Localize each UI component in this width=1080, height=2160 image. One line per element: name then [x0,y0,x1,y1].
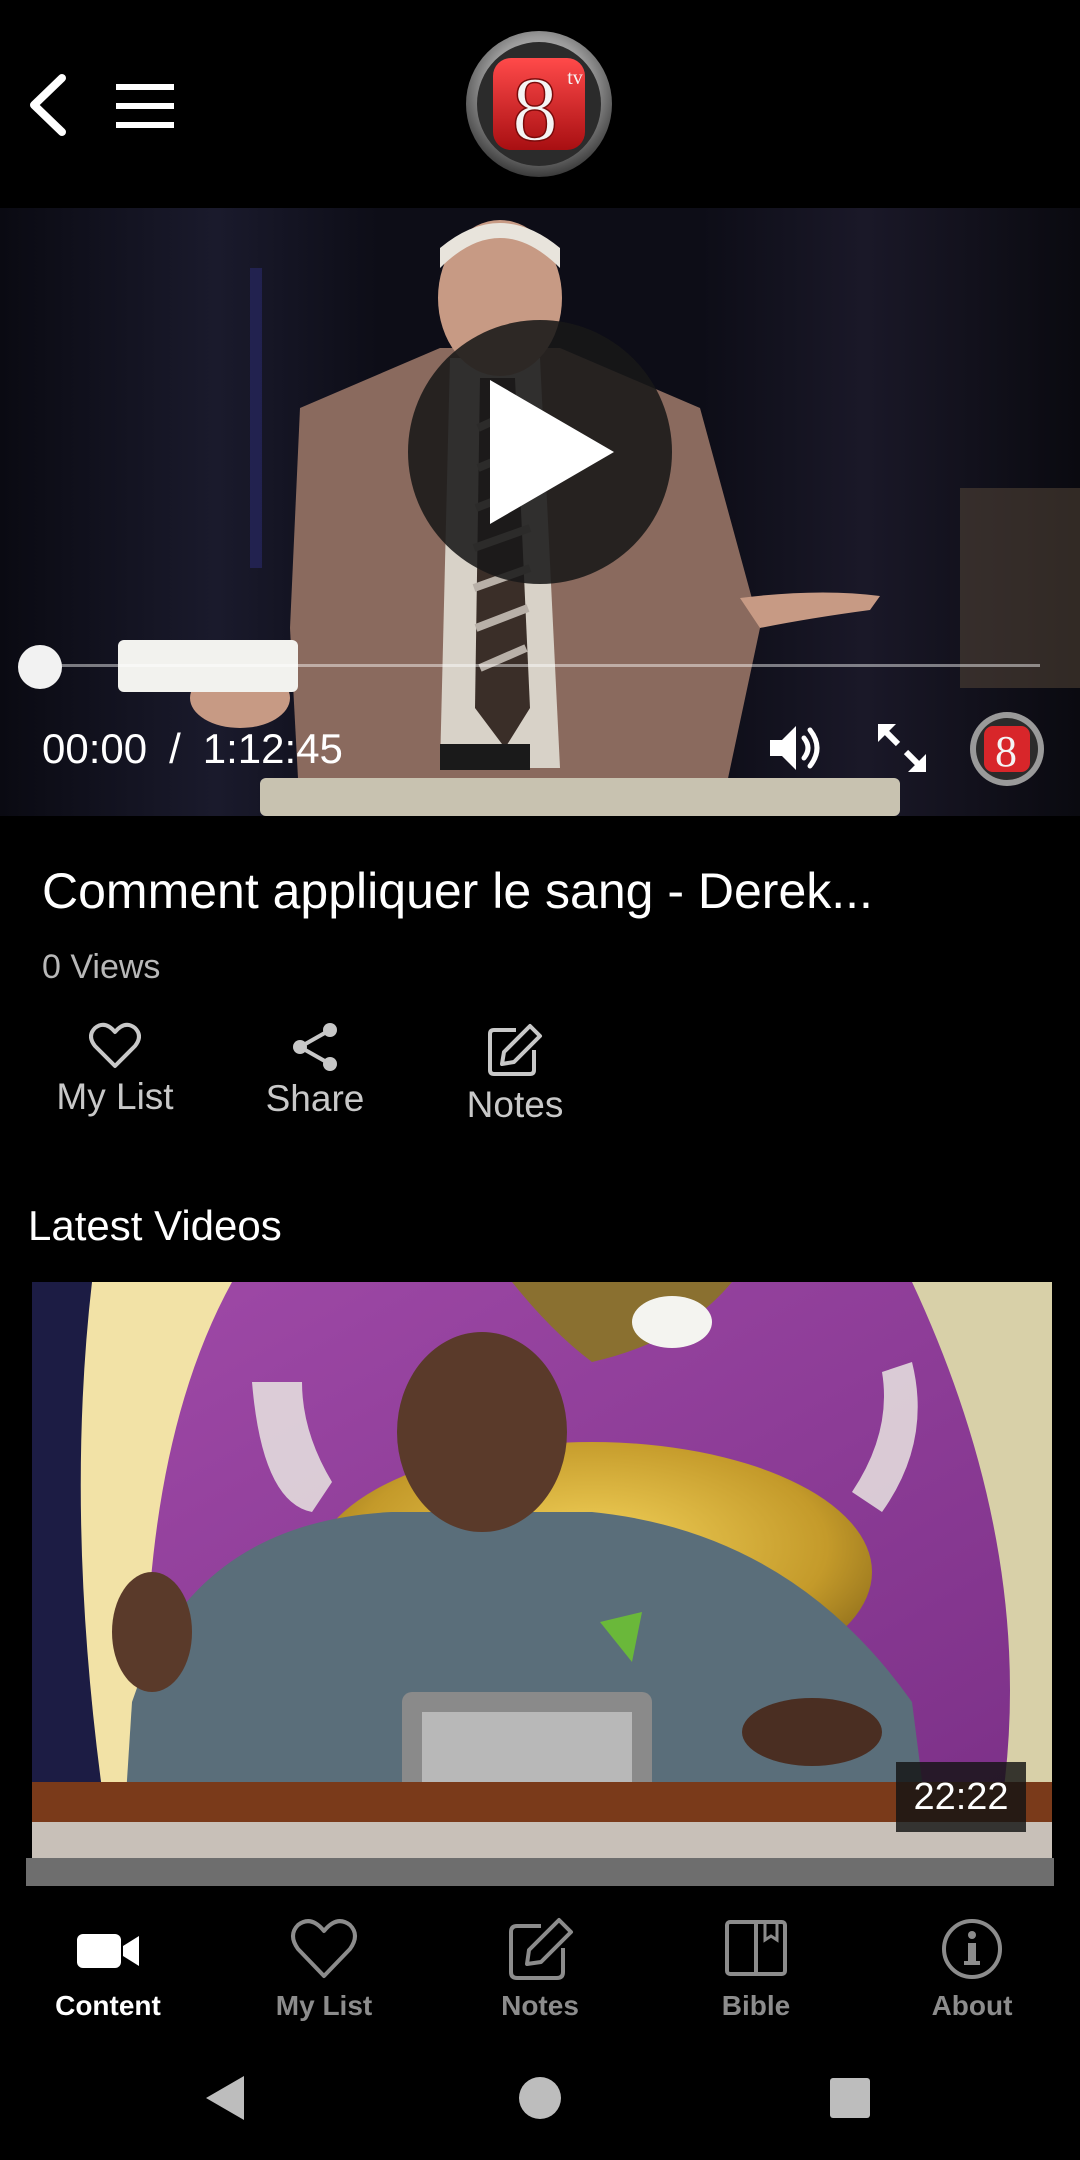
system-recents-button[interactable] [820,2068,880,2128]
time-display: 00:00 / 1:12:45 [42,722,343,776]
video-player[interactable]: 00:00 / 1:12:45 8 [0,208,1080,816]
volume-icon [770,726,820,770]
my-list-label: My List [56,1076,174,1117]
system-navigation-bar [0,2038,1080,2160]
share-button[interactable]: Share [250,1022,380,1138]
notes-button[interactable]: Notes [450,1022,580,1138]
total-time: 1:12:45 [202,725,343,772]
video-camera-icon [77,1934,139,1968]
brand-number: 8 [995,727,1017,776]
top-app-bar: 8 tv [0,0,1080,208]
play-button[interactable] [408,320,672,584]
tab-about-label: About [931,1990,1013,2021]
heart-icon [89,1022,141,1068]
info-icon [942,1919,1002,1979]
square-recents-icon [830,2078,870,2118]
tab-about[interactable]: About [864,1888,1080,2038]
logo-number: 8 [512,58,558,160]
video-duration-badge: 22:22 [896,1762,1026,1832]
tab-bible-label: Bible [721,1990,791,2021]
time-separator: / [169,725,181,772]
share-label: Share [265,1078,365,1119]
tab-content-label: Content [55,1990,161,2021]
next-item-placeholder [26,1858,1054,1886]
menu-button[interactable] [112,80,178,132]
share-icon [293,1023,337,1071]
logo-sub: tv [567,67,583,89]
tab-bible[interactable]: Bible [648,1888,864,2038]
bottom-navigation: Content My List Notes Bible About [0,1888,1080,2038]
triangle-back-icon [206,2076,244,2120]
system-home-button[interactable] [510,2068,570,2128]
app-logo[interactable]: 8 tv [463,28,615,180]
app-root: 8 tv 00:00 / 1:12:45 8 Comment appliquer… [0,0,1080,2160]
current-time: 00:00 [42,725,148,772]
tab-content[interactable]: Content [0,1888,216,2038]
hamburger-menu-icon [116,84,174,128]
player-brand-logo[interactable]: 8 [968,710,1046,788]
latest-videos-heading: Latest Videos [28,1202,282,1249]
play-icon [490,380,614,524]
tab-notes[interactable]: Notes [432,1888,648,2038]
edit-icon [488,1024,542,1076]
progress-track[interactable] [40,664,1040,667]
tab-my-list-label: My List [275,1990,373,2021]
circle-home-icon [519,2077,561,2119]
chevron-left-icon [30,74,66,136]
back-button[interactable] [22,70,78,140]
volume-button[interactable] [764,718,824,778]
fullscreen-icon [878,724,926,772]
system-back-button[interactable] [196,2068,256,2128]
view-count: 0 Views [42,948,161,986]
tab-notes-label: Notes [501,1990,579,2021]
eight-tv-logo-icon: 8 tv [466,31,612,177]
progress-scrubber[interactable] [18,645,62,689]
my-list-button[interactable]: My List [50,1022,180,1138]
video-title: Comment appliquer le sang - Derek... [42,863,873,919]
book-icon [725,1920,787,1976]
tab-my-list[interactable]: My List [216,1888,432,2038]
eight-tv-logo-icon: 8 [970,712,1044,786]
fullscreen-button[interactable] [872,718,932,778]
heart-icon [291,1919,357,1978]
notes-label: Notes [466,1084,564,1125]
edit-icon [509,1918,573,1980]
